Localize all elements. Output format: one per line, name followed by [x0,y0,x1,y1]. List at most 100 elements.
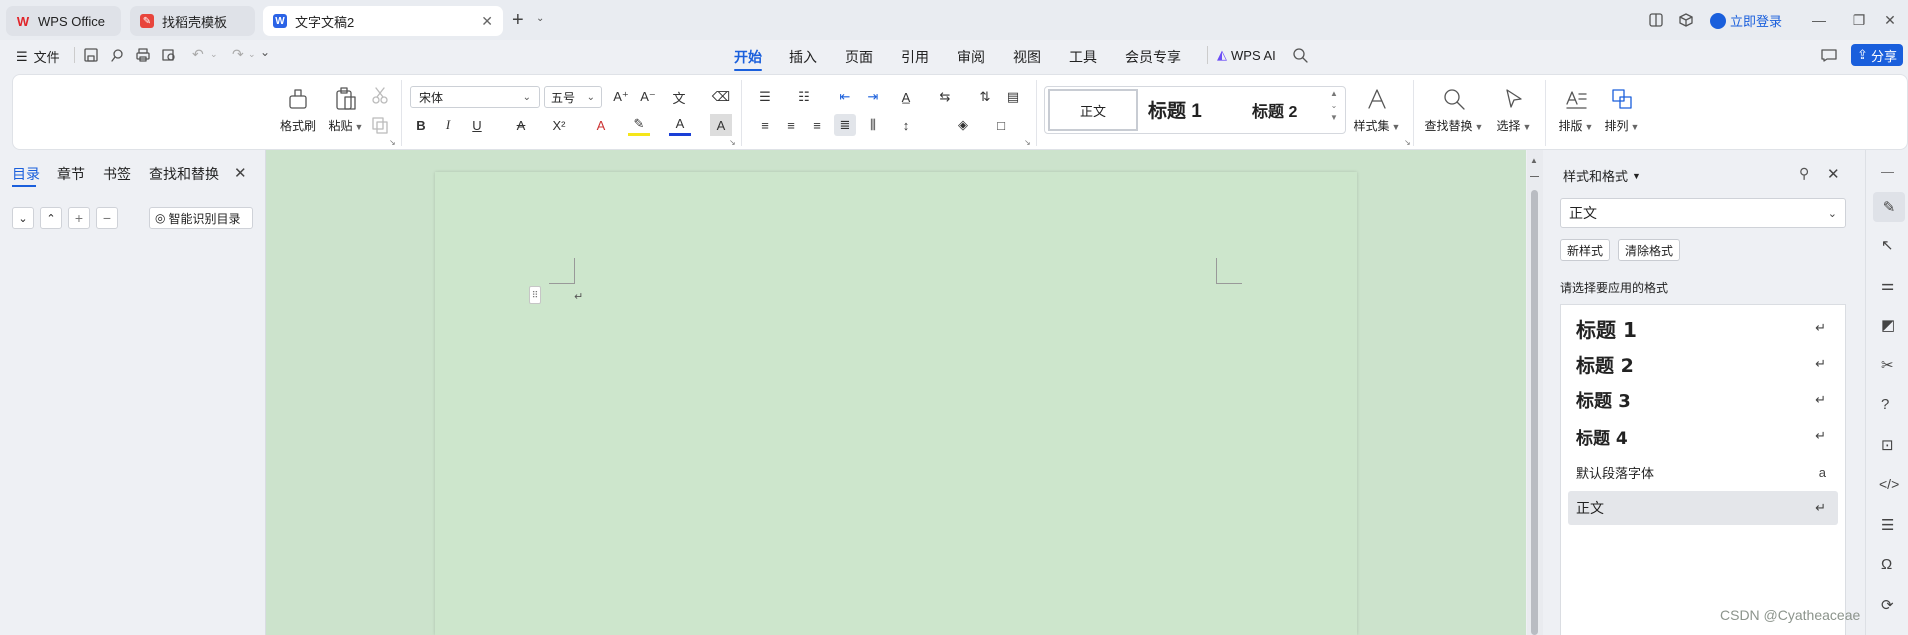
align-left-icon[interactable]: ≡ [754,114,776,136]
sort-icon[interactable]: ⇆ [934,86,956,108]
increase-indent-icon[interactable]: ⇥ [862,86,884,108]
collapse-sidebar-icon[interactable]: — [1881,164,1894,179]
styles-expand-icon[interactable]: ↘ [1404,138,1411,147]
font-name-select[interactable]: 宋体 ⌄ [410,86,540,108]
adjust-icon[interactable]: ⚌ [1881,276,1894,294]
grow-font-icon[interactable]: A⁺ [610,86,632,108]
style-item-heading-3[interactable]: 标题 3 ↵ [1568,383,1838,417]
minimize-icon[interactable]: — [1809,10,1829,30]
print-preview-icon[interactable] [162,48,176,62]
print-icon[interactable] [136,48,150,62]
redo-dropdown-icon[interactable]: ⌄ [248,49,256,60]
style-item-heading-1[interactable]: 标题 1 ↵ [1568,311,1838,345]
pin-icon[interactable]: ⚲ [1799,165,1809,182]
login-button[interactable]: 立即登录 [1710,11,1782,30]
tab-references[interactable]: 引用 [901,47,929,67]
shrink-font-icon[interactable]: A⁻ [637,86,659,108]
paragraph-expand-icon[interactable]: ↘ [1024,138,1031,147]
current-style-select[interactable]: 正文 ⌄ [1560,198,1846,228]
chart-icon[interactable]: ◩ [1881,316,1895,334]
style-item-normal[interactable]: 正文 ↵ [1568,491,1838,525]
justify-icon[interactable]: ≣ [834,114,856,136]
style-set-button[interactable]: 样式集 ▼ [1353,86,1401,134]
align-right-icon[interactable]: ≡ [806,114,828,136]
copy-icon[interactable] [371,116,389,134]
customize-quick-access-icon[interactable]: ⌄ [260,45,270,59]
show-marks-icon[interactable]: ▤ [1002,86,1024,108]
close-pane-icon[interactable]: ✕ [1827,165,1840,183]
help-icon[interactable]: ? [1881,396,1889,413]
tab-chapters[interactable]: 章节 [57,164,85,184]
italic-icon[interactable]: I [437,114,459,136]
lock-icon[interactable]: ⊡ [1881,436,1894,454]
style-pen-icon[interactable]: ✎ [1873,192,1905,222]
collapse-all-icon[interactable]: ⌃ [40,207,62,229]
undo-icon[interactable]: ↶ [192,46,204,63]
phonetic-guide-icon[interactable]: 文 [668,86,690,108]
tab-tools[interactable]: 工具 [1069,47,1097,67]
close-tab-icon[interactable]: ✕ [481,13,493,30]
paragraph-shading-icon[interactable]: ◈ [952,114,974,136]
select-button[interactable]: 选择 ▼ [1494,86,1534,134]
close-pane-icon[interactable]: ✕ [234,164,247,182]
underline-icon[interactable]: U [466,114,488,136]
new-tab-icon[interactable]: + [512,10,524,30]
split-icon[interactable] [1530,176,1539,186]
cut-icon[interactable] [371,86,389,104]
superscript-icon[interactable]: X² [548,114,570,136]
headset-icon[interactable]: Ω [1881,556,1892,573]
tab-review[interactable]: 审阅 [957,47,985,67]
tab-view[interactable]: 视图 [1013,47,1041,67]
clipboard-expand-icon[interactable]: ↘ [389,138,396,147]
numbered-list-icon[interactable]: ☷ [793,86,815,108]
tab-list-chevron-icon[interactable]: ⌄ [536,13,544,24]
highlight-icon[interactable]: ✎ [628,114,650,136]
find-replace-button[interactable]: 查找替换 ▼ [1424,86,1484,134]
document-page[interactable] [435,172,1357,635]
paragraph-handle-icon[interactable]: ⠿ [529,286,541,304]
code-icon[interactable]: </> [1879,476,1899,492]
tab-wps-office[interactable]: W WPS Office [6,6,121,36]
clear-formatting-icon[interactable]: ⌫ [710,86,732,108]
line-spacing-icon[interactable]: ↕ [895,114,917,136]
text-direction-icon[interactable]: A̲ [895,86,917,108]
font-size-select[interactable]: 五号 ⌄ [544,86,602,108]
undo-dropdown-icon[interactable]: ⌄ [210,49,218,60]
scroll-up-icon[interactable]: ▲ [1530,156,1538,165]
outline-icon[interactable]: ☰ [1881,516,1894,534]
arrange-button[interactable]: 排列 ▼ [1602,86,1642,134]
search-icon[interactable] [1292,47,1308,63]
tools-icon[interactable]: ✂ [1881,356,1894,374]
remove-heading-icon[interactable]: − [96,207,118,229]
file-menu-button[interactable]: ☰ 文件 [16,47,60,66]
align-center-icon[interactable]: ≡ [780,114,802,136]
borders-icon[interactable]: □ [990,114,1012,136]
export-icon[interactable] [110,48,124,62]
tab-home[interactable]: 开始 [734,47,762,71]
strikethrough-icon[interactable]: A [510,114,532,136]
char-shading-icon[interactable]: A [710,114,732,136]
decrease-indent-icon[interactable]: ⇤ [834,86,856,108]
close-window-icon[interactable]: ✕ [1880,10,1900,30]
style-gallery-scroll[interactable]: ▲ ⌄ ▼ [1330,88,1338,124]
share-button[interactable]: ⇪ 分享 [1851,44,1903,66]
text-effect-icon[interactable]: A [590,114,612,136]
tab-document[interactable]: W 文字文稿2 ✕ [263,6,503,36]
paste-button[interactable]: 粘贴 ▼ [326,86,366,134]
style-item-heading-2[interactable]: 标题 2 ↵ [1568,347,1838,381]
redo-icon[interactable]: ↷ [232,46,244,63]
expand-all-icon[interactable]: ⌄ [12,207,34,229]
wps-ai-button[interactable]: ◭ WPS AI [1217,47,1276,63]
tab-toc[interactable]: 目录 [12,164,40,184]
tab-templates[interactable]: ✎ 找稻壳模板 [130,6,255,36]
style-gallery-heading-1[interactable]: 标题 1 [1148,96,1202,123]
font-expand-icon[interactable]: ↘ [729,138,736,147]
bullet-list-icon[interactable]: ☰ [754,86,776,108]
font-color-icon[interactable]: A [669,114,691,136]
distribute-icon[interactable]: ⫼ [862,114,884,136]
format-painter-button[interactable]: 格式刷 [280,86,316,134]
select-cursor-icon[interactable]: ↖ [1881,236,1894,254]
cube-icon[interactable] [1678,12,1694,28]
tab-page[interactable]: 页面 [845,47,873,67]
tab-insert[interactable]: 插入 [789,47,817,67]
